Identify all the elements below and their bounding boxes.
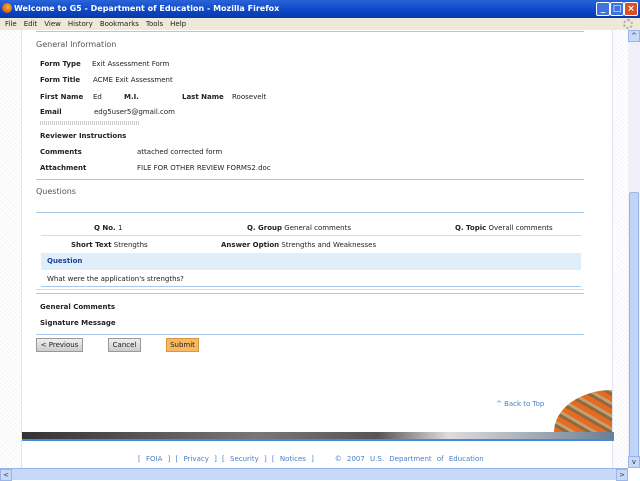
divider [36,31,584,32]
divider [36,179,584,180]
question-text: What were the application's strengths? [47,275,184,283]
reviewer-instructions-label: Reviewer Instructions [40,132,127,140]
back-to-top-link[interactable]: ^ Back to Top [496,400,544,408]
attachment-label: Attachment [40,164,87,172]
divider [36,212,584,213]
qgroup-label: Q. Group [247,224,283,232]
page-content: General Information Form Type Exit Asses… [21,30,614,468]
security-link[interactable]: Security [230,455,259,463]
questions-heading: Questions [36,187,76,196]
menu-tools[interactable]: Tools [146,20,163,28]
menu-help[interactable]: Help [170,20,186,28]
close-button[interactable]: × [624,2,638,16]
first-name-value: Ed [93,93,102,101]
attachment-link[interactable]: FILE FOR OTHER REVIEW FORMS2.doc [137,164,271,172]
cancel-button[interactable]: Cancel [108,338,141,352]
question-topic: Q. Topic Overall comments [455,224,553,232]
answer-option-value: Strengths and Weaknesses [281,241,377,249]
comments-label: Comments [40,148,82,156]
menu-edit[interactable]: Edit [24,20,38,28]
form-title-value: ACME Exit Assessment [93,76,173,84]
question-group: Q. Group General comments [247,224,351,232]
question-header: Question [41,253,581,270]
question-number: Q No. 1 [94,224,122,232]
title-bar: Welcome to G5 - Department of Education … [0,0,640,18]
general-comments-label: General Comments [40,303,116,311]
copyright: © 2007 U.S. Department of Education [334,455,484,463]
footer-banner [22,432,614,441]
menu-file[interactable]: File [5,20,17,28]
vertical-scrollbar[interactable]: ^ v [628,30,640,468]
email-value: edg5user5@gmail.com [94,108,175,116]
scroll-down-arrow[interactable]: v [628,456,640,468]
qtopic-label: Q. Topic [455,224,487,232]
foia-link[interactable]: FOIA [146,455,162,463]
footer-links: [ FOIA ] [ Privacy ] [ Security ] [ Noti… [138,455,484,463]
divider [41,235,581,236]
horizontal-scrollbar[interactable]: < > [0,468,628,481]
mi-label: M.I. [124,93,139,101]
last-name-label: Last Name [182,93,224,101]
page-viewport: General Information Form Type Exit Asses… [0,30,628,468]
qno-label: Q No. [94,224,116,232]
divider [41,286,581,287]
email-label: Email [40,108,62,116]
dotted-separator [40,121,140,125]
scroll-thumb[interactable] [629,192,639,458]
scroll-left-arrow[interactable]: < [0,469,12,481]
divider [36,293,584,294]
short-text: Short Text Strengths [71,241,148,249]
submit-button[interactable]: Submit [166,338,199,352]
short-text-label: Short Text [71,241,112,249]
throbber-icon [623,19,633,29]
previous-button[interactable]: < Previous [36,338,83,352]
divider [36,289,584,290]
answer-option: Answer Option Strengths and Weaknesses [221,241,376,249]
qgroup-value: General comments [284,224,352,232]
menu-bookmarks[interactable]: Bookmarks [100,20,139,28]
scroll-up-arrow[interactable]: ^ [628,30,640,42]
comments-value: attached corrected form [137,148,223,156]
form-title-label: Form Title [40,76,81,84]
last-name-value: Roosevelt [232,93,267,101]
menu-view[interactable]: View [44,20,61,28]
form-type-label: Form Type [40,60,81,68]
notices-link[interactable]: Notices [280,455,306,463]
form-type-value: Exit Assessment Form [92,60,170,68]
answer-option-label: Answer Option [221,241,280,249]
first-name-label: First Name [40,93,84,101]
menu-bar: File Edit View History Bookmarks Tools Help [0,18,640,30]
qtopic-value: Overall comments [488,224,553,232]
maximize-button[interactable]: □ [610,2,624,16]
privacy-link[interactable]: Privacy [184,455,209,463]
signature-message-label: Signature Message [40,319,116,327]
minimize-button[interactable]: _ [596,2,610,16]
qno-value: 1 [117,224,123,232]
scroll-right-arrow[interactable]: > [616,469,628,481]
firefox-icon [2,3,12,13]
short-text-value: Strengths [113,241,148,249]
divider [36,334,584,335]
general-info-heading: General Information [36,40,117,49]
window-title: Welcome to G5 - Department of Education … [14,4,280,13]
menu-history[interactable]: History [68,20,93,28]
classroom-photo [554,390,612,432]
